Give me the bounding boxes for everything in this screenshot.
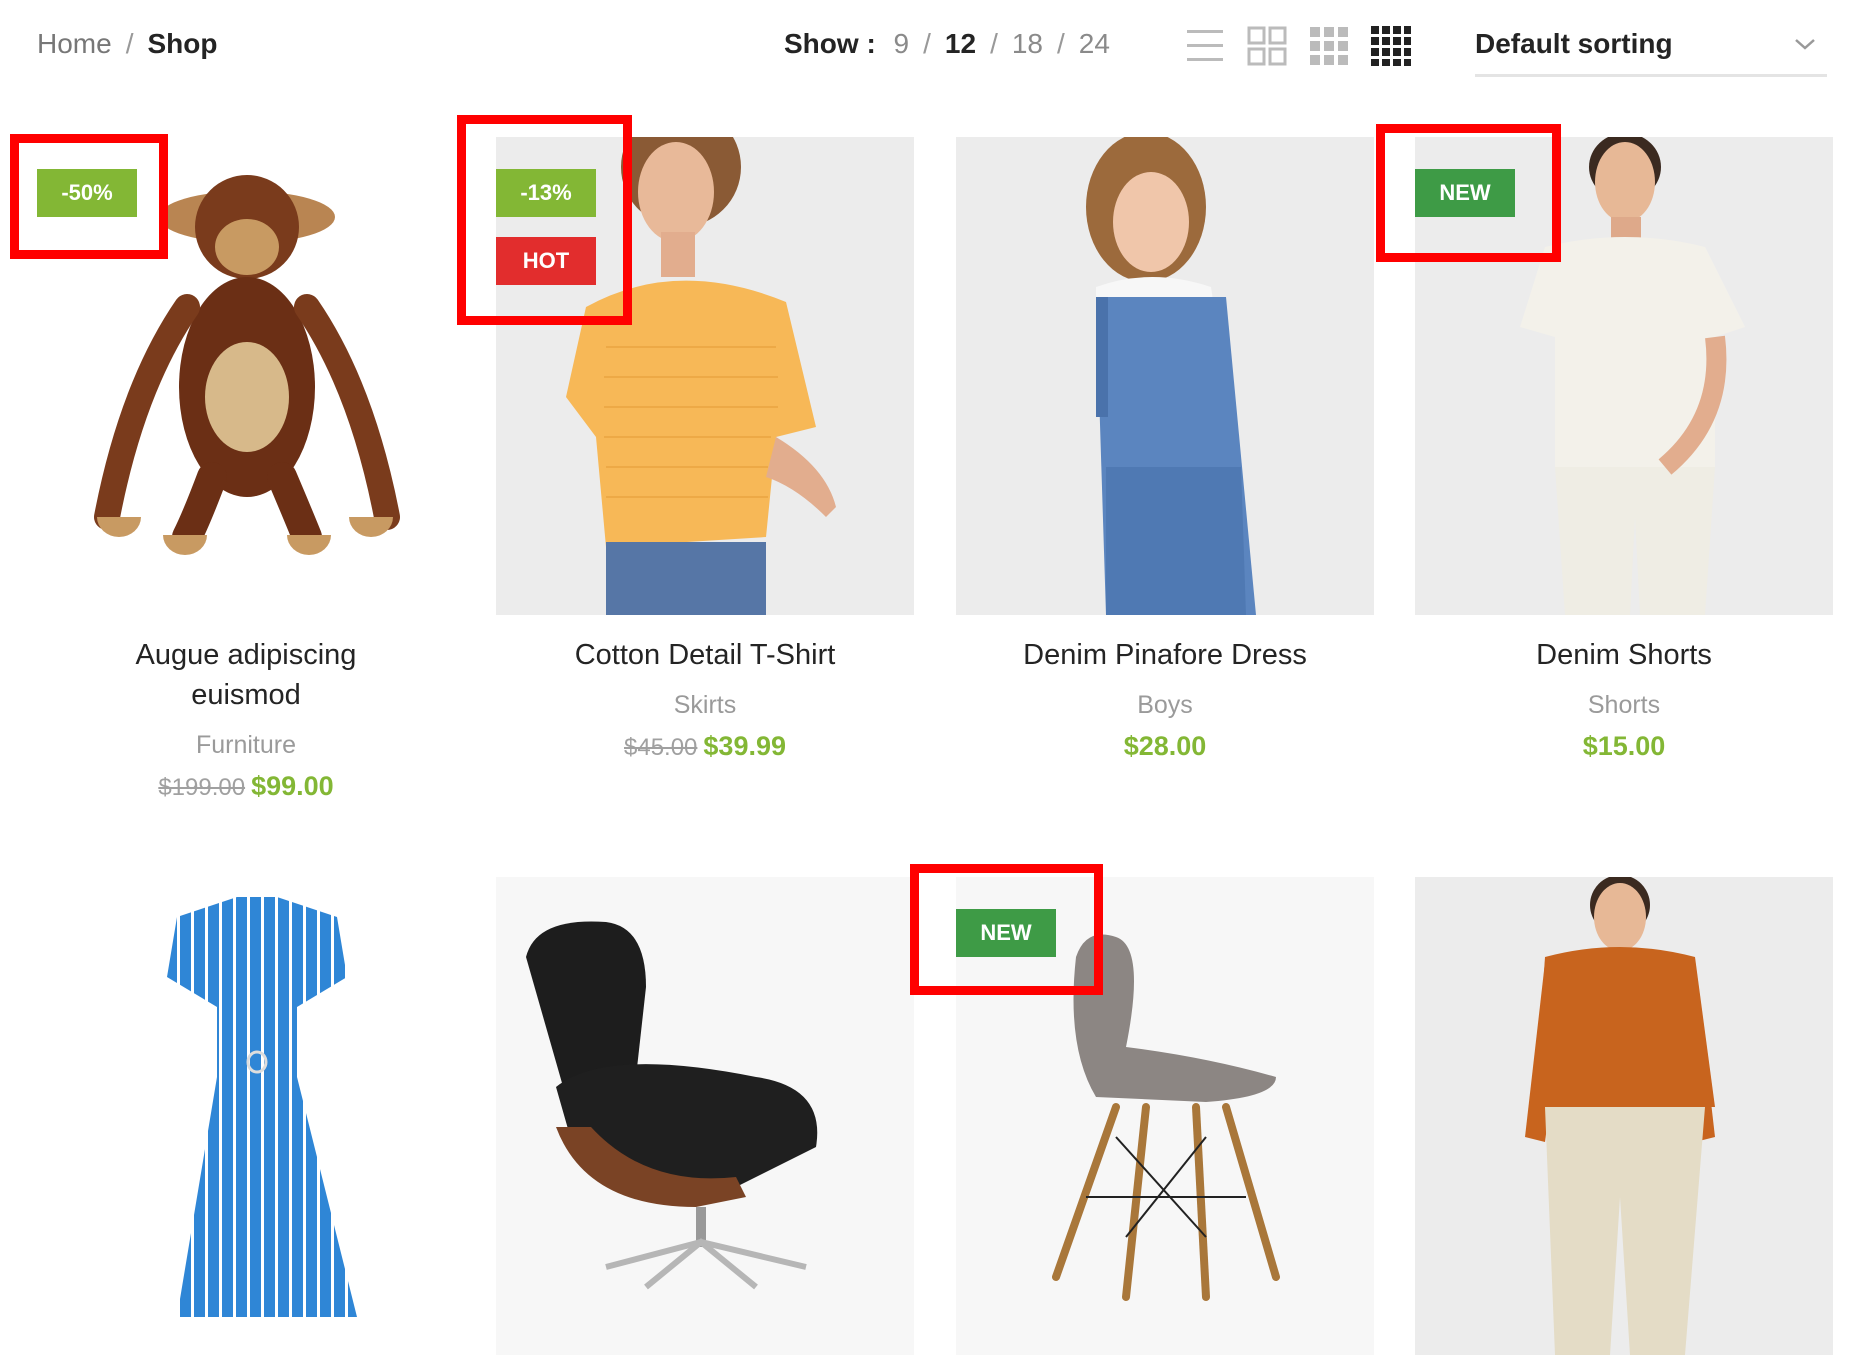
current-price: $28.00 xyxy=(1123,731,1207,761)
chevron-down-icon xyxy=(1793,32,1817,61)
per-page-label: Show : xyxy=(784,28,876,59)
old-price: $45.00 xyxy=(624,734,698,761)
product-title-line: euismod xyxy=(191,679,301,711)
grid-4-icon[interactable] xyxy=(1371,26,1411,66)
product-image-orange-sweater[interactable] xyxy=(1415,877,1833,1355)
per-page-separator: / xyxy=(1057,28,1065,59)
shop-toolbar: Home / Shop Show : 9 / 12 / 18 / 24 Default sort… xyxy=(0,0,1854,100)
old-price: $199.00 xyxy=(158,774,246,801)
per-page-option-24[interactable]: 24 xyxy=(1079,28,1110,59)
per-page-separator: / xyxy=(923,28,931,59)
product-image-striped-dress[interactable] xyxy=(37,877,455,1355)
product-card[interactable]: Denim Pinafore Dress Boys $28.00 xyxy=(956,137,1374,787)
product-image-denim-pinafore[interactable] xyxy=(956,137,1374,615)
breadcrumb-separator: / xyxy=(125,28,134,59)
sorting-dropdown[interactable]: Default sorting xyxy=(1475,22,1827,77)
grid-3-icon[interactable] xyxy=(1309,26,1349,66)
product-card[interactable] xyxy=(1415,877,1833,1355)
product-category[interactable]: Boys xyxy=(956,691,1374,720)
product-category[interactable]: Shorts xyxy=(1415,691,1833,720)
sorting-value: Default sorting xyxy=(1475,28,1673,59)
product-price: $28.00 xyxy=(956,731,1374,762)
per-page-option-9[interactable]: 9 xyxy=(894,28,910,59)
per-page-option-12[interactable]: 12 xyxy=(945,28,976,59)
product-card[interactable] xyxy=(496,877,914,1355)
current-price: $15.00 xyxy=(1582,731,1666,761)
product-title-line: Augue adipiscing xyxy=(135,639,357,671)
product-title[interactable]: Augue adipiscing euismod xyxy=(37,635,455,715)
breadcrumb: Home / Shop xyxy=(37,28,217,60)
product-category[interactable]: Furniture xyxy=(37,731,455,760)
product-title[interactable]: Denim Pinafore Dress xyxy=(956,635,1374,675)
list-view-icon[interactable] xyxy=(1185,26,1225,66)
per-page-selector: Show : 9 / 12 / 18 / 24 xyxy=(784,28,1110,60)
product-price: $199.00 $99.00 xyxy=(37,771,455,802)
highlight-box xyxy=(910,864,1103,995)
highlight-box xyxy=(10,134,168,259)
product-price: $15.00 xyxy=(1415,731,1833,762)
breadcrumb-current: Shop xyxy=(147,28,218,59)
product-price: $45.00 $39.99 xyxy=(496,731,914,762)
product-title[interactable]: Cotton Detail T-Shirt xyxy=(496,635,914,675)
current-price: $99.00 xyxy=(251,771,334,801)
breadcrumb-home-link[interactable]: Home xyxy=(37,28,112,59)
product-category[interactable]: Skirts xyxy=(496,691,914,720)
per-page-separator: / xyxy=(990,28,998,59)
highlight-box xyxy=(457,115,632,325)
per-page-option-18[interactable]: 18 xyxy=(1012,28,1043,59)
product-card[interactable] xyxy=(37,877,455,1355)
grid-2-icon[interactable] xyxy=(1247,26,1287,66)
current-price: $39.99 xyxy=(703,731,786,761)
product-title[interactable]: Denim Shorts xyxy=(1415,635,1833,675)
highlight-box xyxy=(1376,124,1561,262)
product-image-lounge-chair[interactable] xyxy=(496,877,914,1355)
